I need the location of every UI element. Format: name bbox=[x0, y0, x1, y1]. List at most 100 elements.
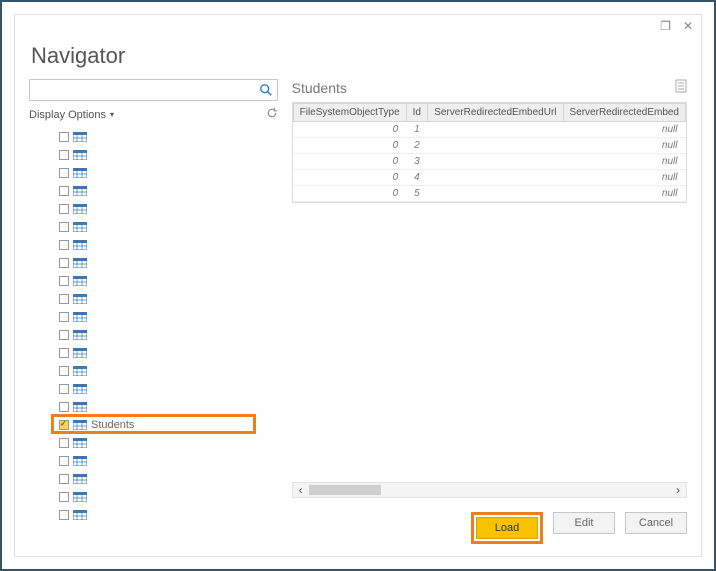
table-row[interactable]: 05null bbox=[293, 186, 685, 202]
column-header[interactable]: FileSystemObjectType bbox=[293, 104, 406, 122]
checkbox[interactable] bbox=[59, 330, 69, 340]
horizontal-scrollbar[interactable]: ‹ › bbox=[292, 482, 687, 498]
table-cell: 2 bbox=[406, 138, 428, 154]
checkbox[interactable] bbox=[59, 240, 69, 250]
tree-item[interactable] bbox=[29, 362, 258, 380]
checkbox[interactable] bbox=[59, 510, 69, 520]
table-cell: null bbox=[563, 122, 686, 138]
scroll-track[interactable] bbox=[309, 485, 670, 495]
table-cell bbox=[428, 154, 563, 170]
tree-item-label: Students bbox=[91, 419, 134, 431]
refresh-icon[interactable] bbox=[266, 107, 278, 122]
tree-item[interactable] bbox=[29, 290, 258, 308]
table-row[interactable]: 02 null bbox=[293, 138, 685, 154]
table-cell: 0 bbox=[293, 122, 406, 138]
tree-item[interactable] bbox=[29, 254, 258, 272]
tree-item[interactable] bbox=[29, 380, 258, 398]
checkbox[interactable] bbox=[59, 348, 69, 358]
tree-item[interactable] bbox=[29, 200, 258, 218]
table-icon bbox=[73, 204, 87, 214]
checkbox[interactable] bbox=[59, 150, 69, 160]
table-row[interactable]: 04null bbox=[293, 170, 685, 186]
tree-item[interactable] bbox=[29, 236, 258, 254]
table-cell: null bbox=[563, 170, 686, 186]
tree-item[interactable] bbox=[29, 164, 258, 182]
checkbox[interactable] bbox=[59, 204, 69, 214]
search-box[interactable] bbox=[29, 79, 278, 101]
table-icon bbox=[73, 150, 87, 160]
table-cell: null bbox=[563, 186, 686, 202]
scroll-thumb[interactable] bbox=[309, 485, 381, 495]
close-icon[interactable]: ✕ bbox=[683, 19, 693, 33]
checkbox[interactable] bbox=[59, 438, 69, 448]
checkbox[interactable] bbox=[59, 312, 69, 322]
table-cell: 0 bbox=[293, 154, 406, 170]
tree-item[interactable] bbox=[29, 272, 258, 290]
preview-options-icon[interactable] bbox=[675, 79, 687, 96]
checkbox[interactable] bbox=[59, 222, 69, 232]
chevron-down-icon: ▾ bbox=[110, 110, 114, 119]
checkbox[interactable] bbox=[59, 402, 69, 412]
edit-button[interactable]: Edit bbox=[553, 512, 615, 534]
tree-item[interactable] bbox=[29, 452, 258, 470]
table-cell bbox=[428, 138, 563, 154]
checkbox[interactable] bbox=[59, 366, 69, 376]
display-options-label: Display Options bbox=[29, 109, 106, 121]
scroll-right-icon[interactable]: › bbox=[670, 483, 686, 497]
tree-item[interactable] bbox=[29, 434, 258, 452]
table-row[interactable]: 01 null bbox=[293, 122, 685, 138]
checkbox[interactable] bbox=[59, 474, 69, 484]
table-tree[interactable]: Students bbox=[29, 128, 278, 544]
load-button[interactable]: Load bbox=[476, 517, 538, 539]
table-cell bbox=[428, 186, 563, 202]
cancel-button[interactable]: Cancel bbox=[625, 512, 687, 534]
table-cell bbox=[428, 122, 563, 138]
checkbox[interactable] bbox=[59, 492, 69, 502]
tree-item[interactable] bbox=[29, 470, 258, 488]
checkbox[interactable] bbox=[59, 258, 69, 268]
column-header[interactable]: Id bbox=[406, 104, 428, 122]
checkbox[interactable] bbox=[59, 384, 69, 394]
tree-item[interactable] bbox=[29, 308, 258, 326]
scroll-left-icon[interactable]: ‹ bbox=[293, 483, 309, 497]
checkbox[interactable] bbox=[59, 276, 69, 286]
table-icon bbox=[73, 294, 87, 304]
tree-item[interactable] bbox=[29, 218, 258, 236]
tree-item[interactable] bbox=[29, 182, 258, 200]
tree-item[interactable] bbox=[29, 128, 258, 146]
table-icon bbox=[73, 330, 87, 340]
table-cell: 1 bbox=[406, 122, 428, 138]
display-options-dropdown[interactable]: Display Options ▾ bbox=[29, 109, 114, 121]
table-icon bbox=[73, 168, 87, 178]
table-cell: 0 bbox=[293, 138, 406, 154]
restore-icon[interactable]: ❐ bbox=[660, 19, 671, 33]
table-row[interactable]: 03null bbox=[293, 154, 685, 170]
search-input[interactable] bbox=[30, 82, 259, 98]
preview-pane: Students FileSystemObjectTypeIdServerRed… bbox=[292, 79, 687, 544]
checkbox[interactable] bbox=[59, 186, 69, 196]
table-cell: 3 bbox=[406, 154, 428, 170]
tree-item[interactable] bbox=[29, 506, 258, 524]
table-cell: 4 bbox=[406, 170, 428, 186]
tree-item-students[interactable]: Students bbox=[29, 416, 258, 434]
page-title: Navigator bbox=[31, 43, 687, 69]
checkbox[interactable] bbox=[59, 456, 69, 466]
tree-item[interactable] bbox=[29, 326, 258, 344]
checkbox[interactable] bbox=[59, 132, 69, 142]
checkbox[interactable] bbox=[59, 168, 69, 178]
tree-item[interactable] bbox=[29, 344, 258, 362]
checkbox[interactable] bbox=[59, 420, 69, 430]
column-header[interactable]: ServerRedirectedEmbed bbox=[563, 104, 686, 122]
search-icon[interactable] bbox=[259, 83, 273, 97]
table-icon bbox=[73, 420, 87, 430]
table-icon bbox=[73, 474, 87, 484]
checkbox[interactable] bbox=[59, 294, 69, 304]
highlight-load-button: Load bbox=[471, 512, 543, 544]
tree-item[interactable] bbox=[29, 488, 258, 506]
table-cell: null bbox=[563, 138, 686, 154]
tree-item[interactable] bbox=[29, 146, 258, 164]
tree-item[interactable] bbox=[29, 398, 258, 416]
column-header[interactable]: ServerRedirectedEmbedUrl bbox=[428, 104, 563, 122]
navigator-tree-pane: Display Options ▾ Students bbox=[29, 79, 278, 544]
table-cell: 0 bbox=[293, 186, 406, 202]
